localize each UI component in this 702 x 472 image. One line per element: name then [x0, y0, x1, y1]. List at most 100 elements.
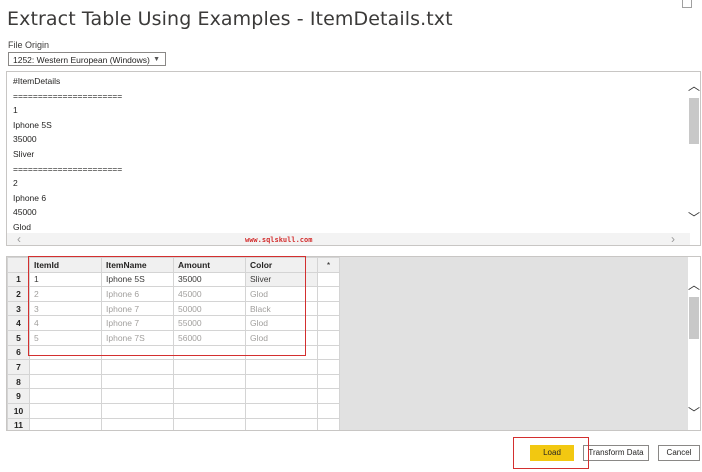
preview-vertical-scrollbar[interactable]: ︿ ﹀ [688, 72, 700, 245]
text-preview-panel[interactable]: #ItemDetails ====================== 1 Iphon… [6, 71, 701, 246]
table-cell[interactable]: 4 [29, 315, 102, 331]
table-cell[interactable] [173, 344, 246, 361]
table-cell[interactable]: Iphone 7 [101, 300, 174, 317]
table-cell[interactable]: 45000 [173, 286, 246, 302]
column-header[interactable]: Color [245, 257, 318, 273]
grid-scroll-thumb[interactable] [689, 297, 699, 339]
cancel-button[interactable]: Cancel [658, 445, 700, 461]
scroll-up-icon[interactable]: ︿ [688, 80, 700, 92]
table-cell[interactable] [173, 373, 246, 390]
grid-vertical-scrollbar[interactable]: ︿ ﹀ [688, 257, 700, 430]
add-column-button[interactable]: * [317, 257, 340, 273]
column-header[interactable]: ItemId [29, 257, 102, 273]
table-cell[interactable]: Glod [245, 315, 318, 331]
table-cell[interactable] [101, 373, 174, 390]
table-cell[interactable] [29, 359, 102, 375]
table-cell[interactable]: 1 [29, 271, 102, 288]
table-cell[interactable] [101, 402, 174, 419]
table-cell[interactable] [173, 417, 246, 430]
row-number: 5 [7, 329, 30, 346]
transform-data-button[interactable]: Transform Data [583, 445, 649, 461]
table-cell[interactable] [29, 388, 102, 404]
table-cell[interactable] [29, 373, 102, 390]
examples-table[interactable]: ItemId ItemName Amount Color * 1 1 Iphone … [7, 257, 340, 430]
table-cell[interactable]: 50000 [173, 300, 246, 317]
examples-grid-panel[interactable]: ItemId ItemName Amount Color * 1 1 Iphone … [6, 256, 701, 431]
row-number: 2 [7, 286, 30, 302]
table-cell[interactable] [173, 402, 246, 419]
table-row[interactable]: 8 [7, 373, 340, 390]
scroll-down-icon[interactable]: ﹀ [688, 212, 700, 224]
table-cell[interactable] [245, 417, 318, 430]
preview-line: Iphone 5S [13, 119, 52, 130]
row-number: 10 [7, 402, 30, 419]
table-cell[interactable]: 35000 [173, 271, 246, 288]
column-header[interactable]: Amount [173, 257, 246, 273]
table-cell[interactable]: Sliver [245, 271, 318, 288]
table-row[interactable]: 2 2 Iphone 6 45000 Glod [7, 286, 340, 302]
file-origin-value: 1252: Western European (Windows) [13, 55, 150, 65]
table-row[interactable]: 11 [7, 417, 340, 430]
table-cell[interactable]: 56000 [173, 329, 246, 346]
table-cell[interactable]: Iphone 7 [101, 315, 174, 331]
table-cell[interactable] [101, 359, 174, 375]
table-cell[interactable]: Iphone 5S [101, 271, 174, 288]
table-cell[interactable] [317, 300, 340, 317]
scroll-left-icon[interactable]: ‹ [17, 232, 21, 246]
preview-line: 2 [13, 178, 18, 189]
table-cell[interactable] [101, 417, 174, 430]
table-row[interactable]: 3 3 Iphone 7 50000 Black [7, 300, 340, 317]
table-cell[interactable] [317, 286, 340, 302]
preview-scroll-thumb[interactable] [689, 98, 699, 144]
load-button[interactable]: Load [530, 445, 574, 461]
table-cell[interactable] [317, 359, 340, 375]
table-cell[interactable]: Glod [245, 329, 318, 346]
table-cell[interactable] [173, 359, 246, 375]
preview-horizontal-scrollbar[interactable]: ‹ › [7, 232, 690, 246]
table-cell[interactable] [317, 344, 340, 361]
table-cell[interactable]: Glod [245, 286, 318, 302]
table-cell[interactable]: 55000 [173, 315, 246, 331]
table-row[interactable]: 7 [7, 359, 340, 375]
table-cell[interactable]: 3 [29, 300, 102, 317]
table-cell[interactable] [173, 388, 246, 404]
watermark: www.sqlskull.com [245, 236, 313, 244]
scroll-down-icon[interactable]: ﹀ [688, 407, 700, 419]
table-cell[interactable] [317, 271, 340, 288]
row-number: 8 [7, 373, 30, 390]
table-row[interactable]: 10 [7, 402, 340, 419]
table-row[interactable]: 9 [7, 388, 340, 404]
table-cell[interactable] [317, 388, 340, 404]
table-cell[interactable] [101, 388, 174, 404]
scroll-right-icon[interactable]: › [671, 232, 675, 246]
table-cell[interactable] [245, 373, 318, 390]
table-cell[interactable]: 5 [29, 329, 102, 346]
table-cell[interactable]: 2 [29, 286, 102, 302]
table-cell[interactable] [245, 344, 318, 361]
window-restore-icon[interactable] [682, 0, 692, 8]
column-header[interactable]: ItemName [101, 257, 174, 273]
file-origin-select[interactable]: 1252: Western European (Windows) ▼ [8, 52, 166, 66]
row-number: 1 [7, 271, 30, 288]
table-row[interactable]: 1 1 Iphone 5S 35000 Sliver [7, 271, 340, 288]
table-cell[interactable]: Iphone 7S [101, 329, 174, 346]
table-cell[interactable] [317, 373, 340, 390]
table-row[interactable]: 5 5 Iphone 7S 56000 Glod [7, 329, 340, 346]
table-row[interactable]: 6 [7, 344, 340, 361]
table-cell[interactable] [317, 402, 340, 419]
table-cell[interactable] [101, 344, 174, 361]
table-cell[interactable] [245, 388, 318, 404]
table-cell[interactable] [317, 329, 340, 346]
table-cell[interactable] [317, 417, 340, 430]
table-cell[interactable] [245, 359, 318, 375]
table-cell[interactable] [29, 417, 102, 430]
scroll-up-icon[interactable]: ︿ [688, 279, 700, 291]
table-cell[interactable] [29, 402, 102, 419]
table-cell[interactable]: Iphone 6 [101, 286, 174, 302]
table-cell[interactable]: Black [245, 300, 318, 317]
table-cell[interactable] [245, 402, 318, 419]
table-cell[interactable] [29, 344, 102, 361]
table-row[interactable]: 4 4 Iphone 7 55000 Glod [7, 315, 340, 331]
table-cell[interactable] [317, 315, 340, 331]
preview-line: ====================== [13, 90, 123, 101]
